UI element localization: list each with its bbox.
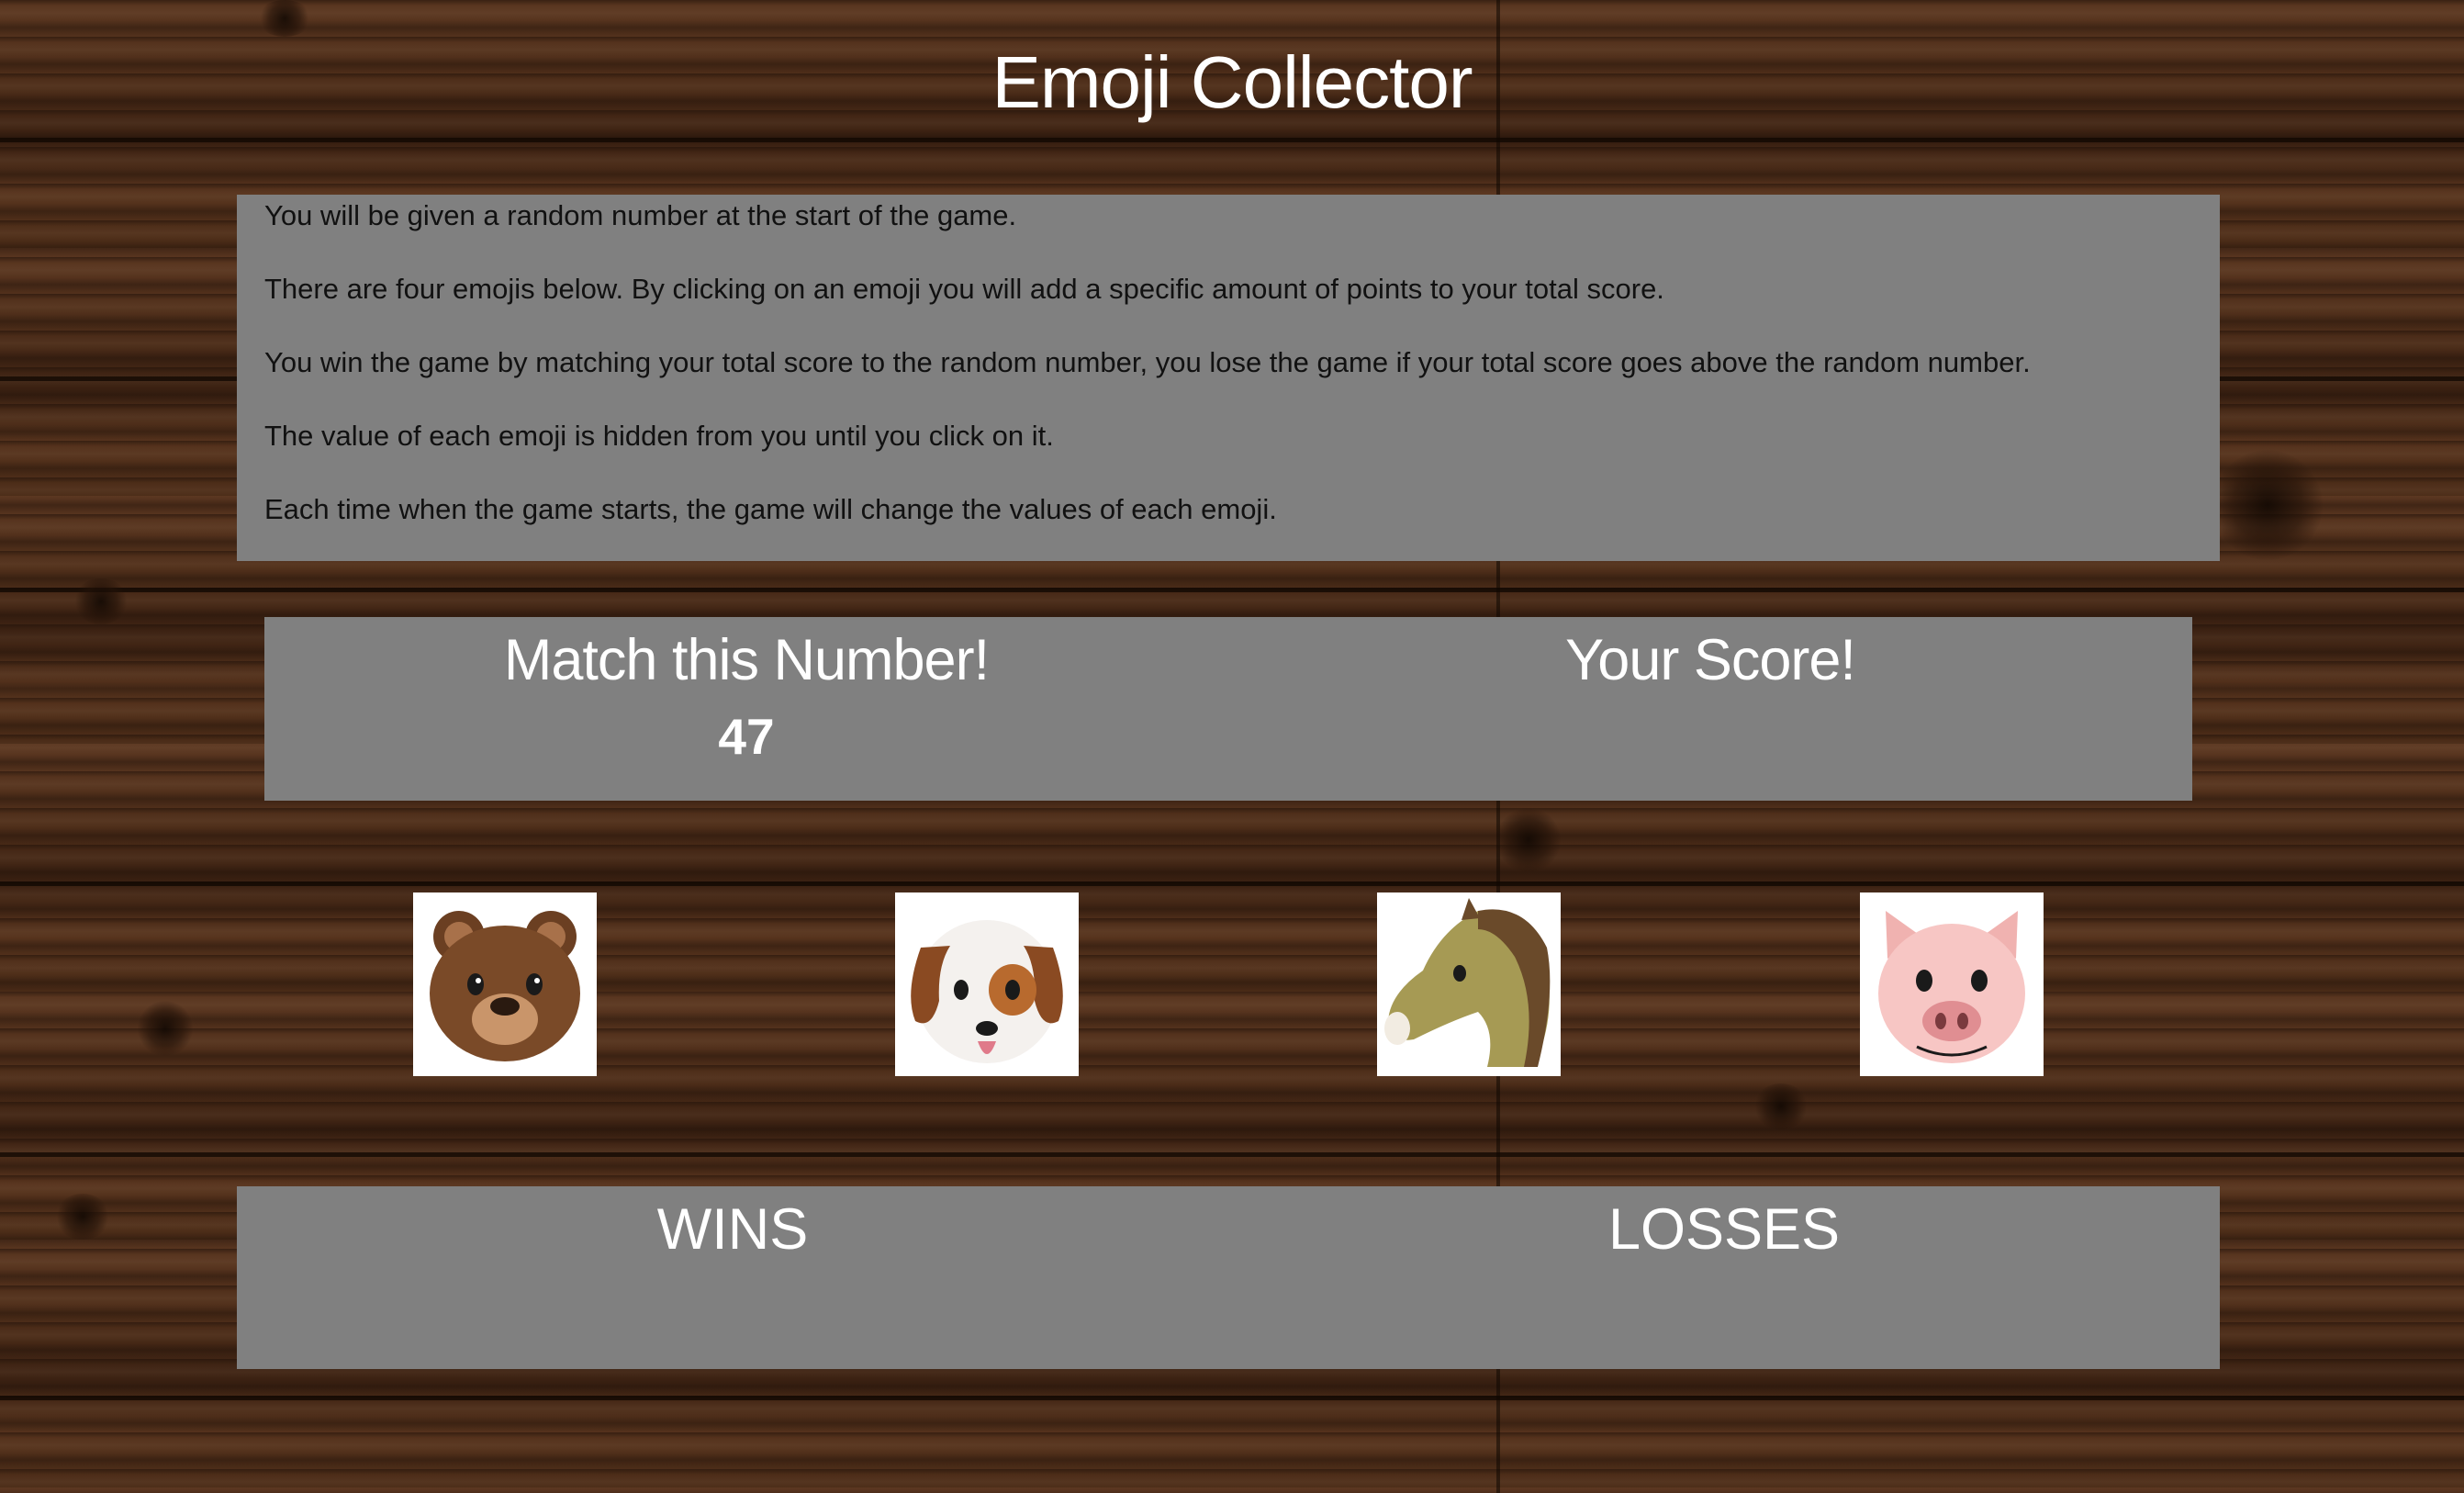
wood-knot bbox=[2212, 450, 2323, 560]
pig-emoji-button[interactable] bbox=[1860, 892, 2044, 1076]
instructions-panel: You will be given a random number at the… bbox=[237, 195, 2220, 561]
plank-seam bbox=[0, 588, 2464, 592]
pig-icon bbox=[1878, 911, 2025, 1063]
dog-emoji-button[interactable] bbox=[895, 892, 1079, 1076]
target-number-label: Match this Number! bbox=[503, 628, 990, 692]
dog-icon bbox=[911, 920, 1063, 1063]
plank-seam bbox=[0, 1152, 2464, 1157]
score-panel: Match this Number! 47 Your Score! bbox=[264, 617, 2192, 801]
wood-knot bbox=[257, 0, 312, 37]
target-number-box: Match this Number! 47 bbox=[264, 617, 1228, 801]
instruction-line: There are four emojis below. By clicking… bbox=[264, 273, 1664, 305]
instruction-line: Each time when the game starts, the game… bbox=[264, 493, 1277, 525]
instruction-line: You win the game by matching your total … bbox=[264, 346, 2031, 378]
wood-knot bbox=[73, 578, 129, 624]
target-number-value: 47 bbox=[718, 708, 775, 765]
wood-knot bbox=[1496, 808, 1561, 872]
instruction-line: The value of each emoji is hidden from y… bbox=[264, 420, 1054, 452]
your-score-box: Your Score! bbox=[1228, 617, 2192, 801]
results-panel: WINS LOSSES bbox=[237, 1186, 2220, 1369]
bear-emoji-button[interactable] bbox=[413, 892, 597, 1076]
plank-seam bbox=[0, 1396, 2464, 1400]
wood-knot bbox=[138, 1001, 193, 1056]
page-title: Emoji Collector bbox=[991, 41, 1473, 123]
losses-box: LOSSES bbox=[1228, 1186, 2220, 1369]
wins-box: WINS bbox=[237, 1186, 1228, 1369]
instruction-line: You will be given a random number at the… bbox=[264, 199, 1017, 231]
wins-label: WINS bbox=[656, 1197, 809, 1262]
horse-icon bbox=[1384, 898, 1551, 1067]
plank-seam bbox=[0, 881, 2464, 886]
wood-knot bbox=[1753, 1083, 1809, 1129]
your-score-label: Your Score! bbox=[1565, 628, 1856, 692]
horse-emoji-button[interactable] bbox=[1377, 892, 1561, 1076]
wood-knot bbox=[55, 1194, 110, 1240]
bear-icon bbox=[430, 911, 580, 1061]
plank-seam bbox=[0, 138, 2464, 142]
losses-label: LOSSES bbox=[1607, 1197, 1841, 1262]
